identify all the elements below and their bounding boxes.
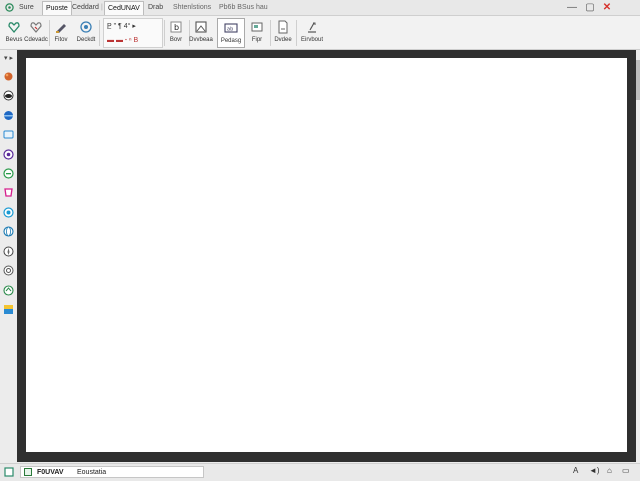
- tab-shtenlstions[interactable]: Shtenlstions: [173, 2, 211, 13]
- water-icon[interactable]: [3, 207, 14, 218]
- svg-text:b: b: [174, 23, 179, 32]
- status-value: Eoustatia: [77, 469, 107, 476]
- vertical-scrollbar[interactable]: [636, 60, 640, 100]
- tool-eirvbout[interactable]: Eirvbout: [298, 18, 326, 48]
- notification-icon[interactable]: ▭: [622, 466, 630, 475]
- status-label: F0UVAV: [37, 469, 64, 476]
- tab-pb6b[interactable]: Pb6b BSus hau: [219, 2, 268, 13]
- compass-icon[interactable]: [3, 246, 14, 257]
- tab-puoste[interactable]: Puoste: [42, 1, 72, 15]
- image-frame-icon: [195, 21, 207, 33]
- tool-fitov[interactable]: Fitov: [47, 18, 75, 48]
- recycle-icon[interactable]: [3, 285, 14, 296]
- heart-shield-icon: [8, 22, 20, 34]
- layout-box-icon: ab: [224, 23, 238, 33]
- status-field-icon: [24, 468, 32, 476]
- tool-dvdee[interactable]: Dvdee: [269, 18, 297, 48]
- volume-icon[interactable]: ◄): [589, 466, 600, 475]
- collapse-icon[interactable]: ▾ ▸: [4, 54, 13, 62]
- picture-icon: [251, 22, 263, 32]
- ribbon-divider: [99, 20, 100, 46]
- font-group[interactable]: P̲ " ¶ 4° ▸ ▬ ▬ ꞏ ⁿ B: [103, 18, 163, 48]
- tab-sure[interactable]: Sure: [19, 2, 34, 13]
- blackhole-icon[interactable]: [3, 90, 14, 101]
- minimize-button[interactable]: —: [565, 1, 579, 14]
- brush-icon: [56, 24, 66, 33]
- document-icon: [278, 20, 288, 34]
- svg-text:ab: ab: [227, 27, 233, 33]
- tab-ceddard[interactable]: Ceddard: [72, 2, 99, 13]
- planet-icon[interactable]: [3, 110, 14, 121]
- tool-cdevadc[interactable]: Cdevadc: [22, 18, 50, 48]
- drawing-canvas[interactable]: [26, 58, 627, 452]
- tab-cedunav[interactable]: CedUNAV: [104, 1, 144, 15]
- tool-pedasg[interactable]: ab Pedasg: [217, 18, 245, 48]
- globe-outline-icon[interactable]: [3, 226, 14, 237]
- font-group-bottom: ▬ ▬ ꞏ ⁿ B: [107, 37, 139, 44]
- tab-drab[interactable]: Drab: [148, 2, 163, 13]
- left-sidebar: ▾ ▸: [0, 50, 18, 460]
- export-icon: [308, 22, 316, 33]
- status-field[interactable]: F0UVAV Eoustatia: [20, 466, 204, 478]
- paragraph-icon: b: [170, 21, 182, 33]
- globe-icon: [80, 21, 92, 33]
- maximize-button[interactable]: ▢: [583, 1, 597, 14]
- leaf-icon[interactable]: [3, 168, 14, 179]
- ribbon-toolbar: Bevus Cdevadc Fitov Deckdt P̲ " ¶ 4° ▸ ▬…: [0, 16, 640, 50]
- palette-icon[interactable]: [3, 304, 14, 315]
- heart-outline-icon: [30, 22, 42, 33]
- status-bar: F0UVAV Eoustatia A ◄) ⌂ ▭: [0, 463, 640, 481]
- burst-icon[interactable]: [3, 71, 14, 82]
- font-group-top: P̲ " ¶ 4° ▸: [107, 23, 136, 30]
- network-icon[interactable]: ⌂: [607, 466, 612, 475]
- folder-icon[interactable]: [3, 129, 14, 140]
- tab-separator: |: [101, 4, 103, 11]
- app-logo-icon: [5, 3, 14, 12]
- tool-bovr[interactable]: b Bovr: [162, 18, 190, 48]
- title-bar: Sure Puoste Ceddard | CedUNAV Drab Shten…: [0, 0, 640, 16]
- tool-dvvbeaa[interactable]: Dvvbeaa: [187, 18, 215, 48]
- close-button[interactable]: ✕: [600, 1, 614, 14]
- tool-fipr[interactable]: Fipr: [243, 18, 271, 48]
- ribbon-divider: [296, 20, 297, 46]
- badge-icon[interactable]: [3, 149, 14, 160]
- status-app-icon[interactable]: [4, 467, 14, 477]
- text-a-icon[interactable]: A: [573, 466, 578, 475]
- cup-icon[interactable]: [3, 187, 14, 198]
- tool-deckdt[interactable]: Deckdt: [72, 18, 100, 48]
- target-icon[interactable]: [3, 265, 14, 276]
